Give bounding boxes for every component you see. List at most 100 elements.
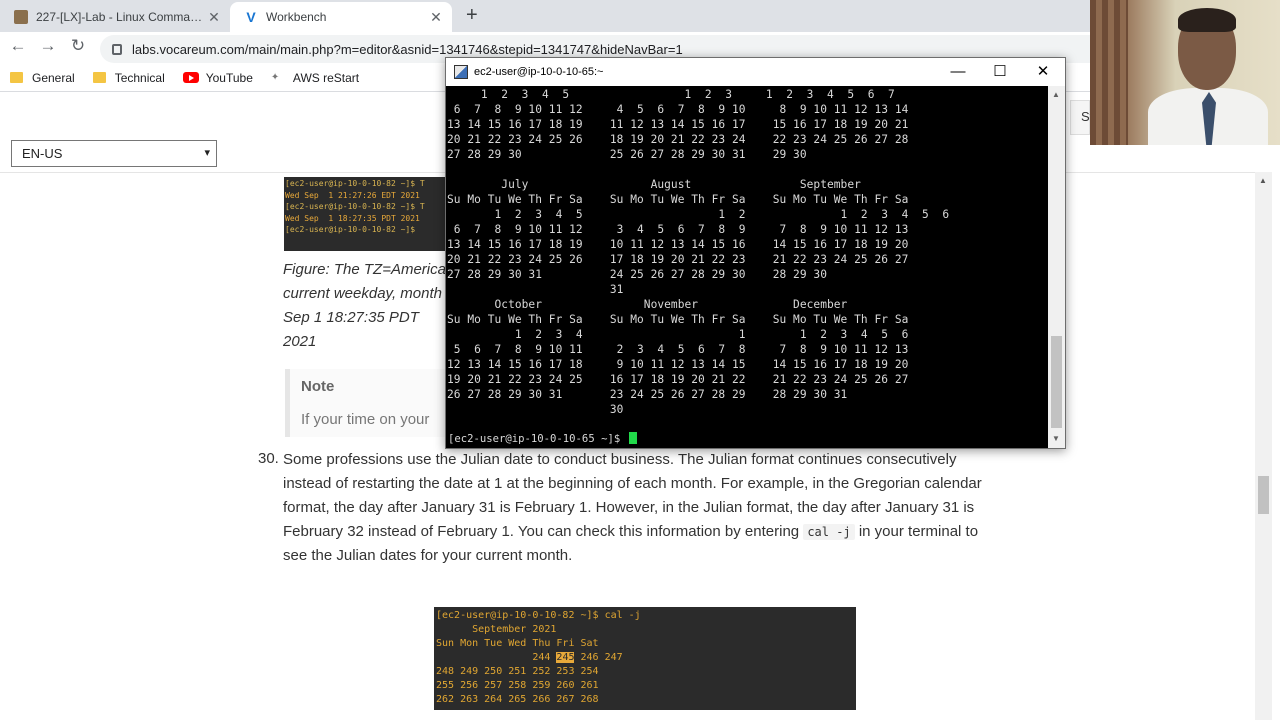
terminal-prompt: [ec2-user@ip-10-0-10-82 ~]$ T [285,202,425,212]
putty-icon [454,65,468,79]
chevron-down-icon: ▾ [204,147,210,159]
terminal-line: 12 13 14 15 16 17 18 9 10 11 12 13 14 15… [447,358,909,371]
calendar-row-pre: 244 [436,652,557,663]
terminal-line: 5 6 7 8 9 10 11 2 3 4 5 6 7 8 7 8 9 10 1… [447,343,909,356]
calendar-month-header: September 2021 [436,624,557,635]
url-text: labs.vocareum.com/main/main.php?m=editor… [132,41,683,57]
youtube-icon [182,72,199,83]
maximize-icon[interactable]: ☐ [978,60,1022,84]
forward-icon[interactable]: → [36,36,60,56]
page-scroll-thumb[interactable] [1258,476,1269,514]
note-text: If your time on your [301,411,430,428]
terminal-line: Su Mo Tu We Th Fr Sa Su Mo Tu We Th Fr S… [447,193,909,206]
terminal-prompt: [ec2-user@ip-10-0-10-82 ~]$ [285,225,420,235]
bookmark-label: AWS reStart [292,70,360,85]
note-title: Note [301,378,335,395]
caption-line: Figure: The TZ=America/ [283,261,451,278]
bookmark-label: YouTube [205,70,253,85]
terminal-line: 20 21 22 23 24 25 26 17 18 19 20 21 22 2… [447,253,909,266]
bookmark-technical[interactable]: Technical [92,70,165,85]
terminal-prompt: [ec2-user@ip-10-0-10-82 ~]$ T [285,179,425,188]
aws-icon: ✦ [270,72,280,83]
window-title: ec2-user@ip-10-0-10-65:~ [474,66,604,78]
step-instructions: Some professions use the Julian date to … [283,448,1003,568]
terminal-line: 27 28 29 30 31 24 25 26 27 28 29 30 28 2… [447,268,827,281]
calendar-today-highlight: 245 [556,652,575,663]
tab-title: Workbench [266,10,327,24]
bookmark-label: Technical [114,70,165,85]
lab-favicon-icon [14,10,28,24]
folder-icon [10,72,23,83]
curtain [1090,0,1128,145]
terminal-line: 13 14 15 16 17 18 19 10 11 12 13 14 15 1… [447,238,909,251]
page-scrollbar[interactable] [1255,172,1272,720]
terminal-scrollbar[interactable]: ▲ ▼ [1048,86,1065,448]
reload-icon[interactable]: ↻ [66,36,90,56]
window-titlebar[interactable]: ec2-user@ip-10-0-10-65:~ — ☐ ✕ [446,58,1065,86]
terminal-line: 20 21 22 23 24 25 26 18 19 20 21 22 23 2… [447,133,909,146]
terminal-line: October November December [447,298,848,311]
back-icon[interactable]: ← [6,36,30,56]
terminal-line: 1 2 3 4 5 1 2 1 2 3 4 5 6 [447,208,950,221]
terminal-prompt-line[interactable]: [ec2-user@ip-10-0-10-65 ~]$ [448,432,637,447]
terminal-line: 26 27 28 29 30 31 23 24 25 26 27 28 29 2… [447,388,848,401]
bookmark-label: General [32,70,75,85]
calendar-row: 255 256 257 258 259 260 261 [436,680,599,691]
terminal-line: 13 14 15 16 17 18 19 11 12 13 14 15 16 1… [447,118,909,131]
terminal-line: 1 2 3 4 5 1 2 3 1 2 3 4 5 6 7 [447,88,895,101]
caption-line: Sep 1 18:27:35 PDT 2021 [283,309,419,350]
terminal-screen[interactable]: 1 2 3 4 5 1 2 3 1 2 3 4 5 6 7 6 7 8 9 10… [446,86,1048,448]
side-panel-peek[interactable]: St [1070,100,1093,135]
caption-line: current weekday, month [283,285,442,302]
terminal-cursor [628,432,637,444]
language-select[interactable]: EN-US ▾ [11,140,217,167]
language-value: EN-US [22,146,63,161]
bookmark-youtube[interactable]: YouTube [182,70,253,85]
webcam-overlay [1090,0,1280,145]
lock-icon [112,43,122,55]
putty-window[interactable]: ec2-user@ip-10-0-10-65:~ — ☐ ✕ 1 2 3 4 5… [445,57,1066,449]
terminal-line: 6 7 8 9 10 11 12 4 5 6 7 8 9 10 8 9 10 1… [447,103,909,116]
terminal-line: 31 [447,283,624,296]
folder-icon [92,72,106,83]
minimize-icon[interactable]: — [936,60,980,84]
close-window-icon[interactable]: ✕ [1021,60,1065,84]
figure-terminal-julian: [ec2-user@ip-10-0-10-82 ~]$ cal -j Septe… [434,607,856,710]
presenter-hair [1178,8,1236,32]
tab-workbench[interactable]: V Workbench ✕ [230,2,452,32]
close-tab-icon[interactable]: ✕ [428,9,444,26]
vocareum-favicon-icon: V [246,9,256,25]
terminal-line: 1 2 3 4 1 1 2 3 4 5 6 [447,328,909,341]
terminal-output: Wed Sep 1 21:27:26 EDT 2021 [285,190,420,200]
calendar-weekdays: Sun Mon Tue Wed Thu Fri Sat [436,638,599,649]
new-tab-icon[interactable]: + [466,4,478,27]
figure-terminal-timezone: [ec2-user@ip-10-0-10-82 ~]$ T Wed Sep 1 2… [284,177,450,251]
tab-strip: 227-[LX]-Lab - Linux Command L ✕ V Workb… [0,0,1090,32]
scroll-up-arrow-icon[interactable]: ▲ [1259,176,1267,185]
terminal-line: 27 28 29 30 25 26 27 28 29 30 31 29 30 [447,148,807,161]
scroll-up-arrow-icon[interactable]: ▲ [1052,90,1060,99]
bookmark-aws-restart[interactable]: ✦ AWS reStart [271,71,359,85]
close-tab-icon[interactable]: ✕ [206,9,222,26]
calendar-row: 248 249 250 251 252 253 254 [436,666,599,677]
terminal-prompt: [ec2-user@ip-10-0-10-65 ~]$ [448,433,627,445]
terminal-scroll-thumb[interactable] [1051,336,1062,428]
terminal-output: Wed Sep 1 18:27:35 PDT 2021 [285,213,420,223]
terminal-line: 30 [447,403,624,416]
terminal-command: [ec2-user@ip-10-0-10-82 ~]$ cal -j [436,610,641,621]
step-number: 30. [258,450,279,467]
terminal-line: July August September [447,178,861,191]
calendar-row-post: 246 247 [574,652,623,663]
tab-title: 227-[LX]-Lab - Linux Command L [36,10,206,24]
inline-code: cal -j [803,524,855,540]
tab-lab[interactable]: 227-[LX]-Lab - Linux Command L ✕ [0,2,230,32]
terminal-output: 1 2 3 4 5 1 2 3 1 2 3 4 5 6 7 6 7 8 9 10… [447,87,949,417]
calendar-row: 262 263 264 265 266 267 268 [436,694,599,705]
scroll-down-arrow-icon[interactable]: ▼ [1052,434,1060,443]
terminal-line: Su Mo Tu We Th Fr Sa Su Mo Tu We Th Fr S… [447,313,909,326]
figure-caption: Figure: The TZ=America/ current weekday,… [283,258,453,354]
terminal-line: 19 20 21 22 23 24 25 16 17 18 19 20 21 2… [447,373,909,386]
bookmark-general[interactable]: General [10,71,75,85]
terminal-line: 6 7 8 9 10 11 12 3 4 5 6 7 8 9 7 8 9 10 … [447,223,909,236]
